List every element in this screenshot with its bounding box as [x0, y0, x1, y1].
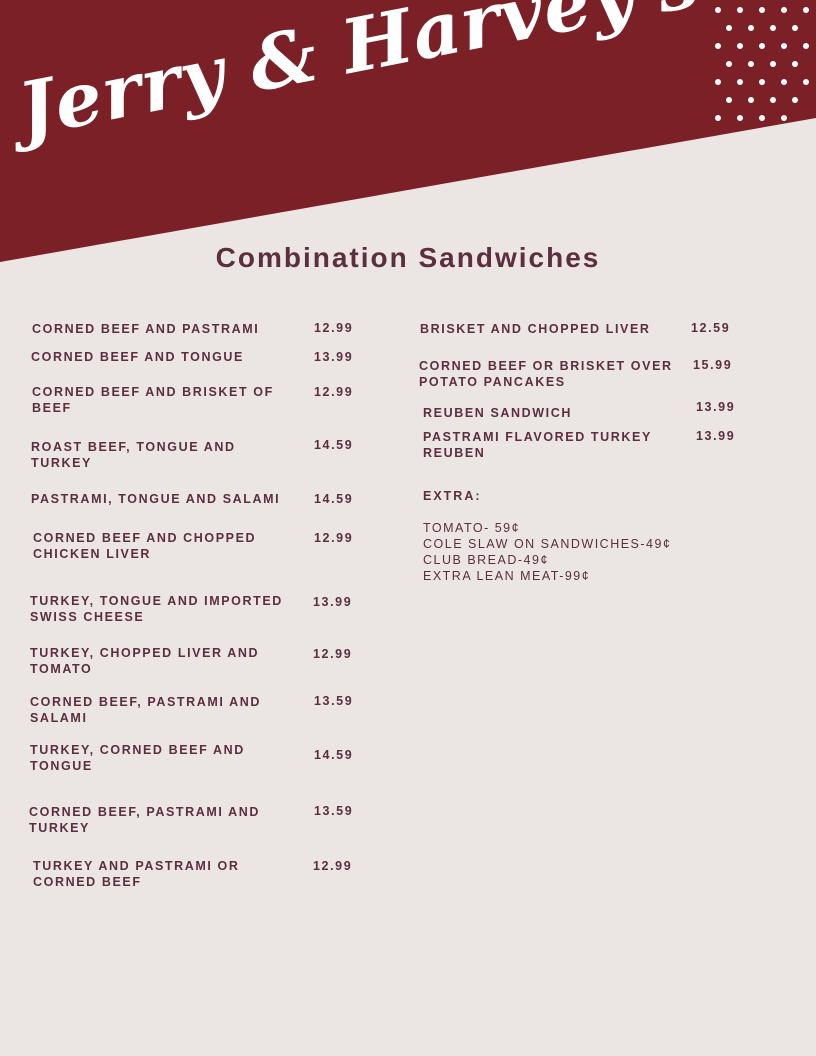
- menu-item-name: PASTRAMI, TONGUE AND SALAMI: [31, 492, 281, 506]
- menu-item-price: 13.99: [313, 595, 353, 609]
- decorative-dot: [737, 115, 743, 121]
- decorative-dot: [737, 43, 743, 49]
- decorative-dot: [770, 25, 776, 31]
- decorative-dot: [781, 43, 787, 49]
- menu-item-name: CORNED BEEF AND TONGUE: [31, 350, 244, 364]
- menu-item-price: 14.59: [314, 492, 354, 506]
- decorative-dot: [726, 25, 732, 31]
- menu-item-price: 12.99: [313, 859, 353, 873]
- decorative-dot: [792, 25, 798, 31]
- decorative-dot: [748, 97, 754, 103]
- decorative-dot: [792, 61, 798, 67]
- menu-item-price: 13.99: [696, 429, 736, 443]
- decorative-dot: [748, 61, 754, 67]
- decorative-dot: [759, 43, 765, 49]
- decorative-dots: [715, 7, 809, 121]
- menu-item-price: 12.59: [691, 321, 731, 335]
- decorative-dot: [792, 97, 798, 103]
- menu-item-name: CORNED BEEF AND PASTRAMI: [32, 322, 260, 336]
- menu-item-name: CORNED BEEF, PASTRAMI AND SALAMI: [30, 695, 261, 725]
- decorative-dot: [770, 97, 776, 103]
- menu-item-name: CORNED BEEF AND BRISKET OF BEEF: [32, 385, 274, 415]
- extra-item: CLUB BREAD-49¢: [423, 553, 549, 567]
- menu-item-name: CORNED BEEF OR BRISKET OVER POTATO PANCA…: [419, 359, 673, 389]
- extra-item: TOMATO- 59¢: [423, 521, 521, 535]
- menu-item-name: REUBEN SANDWICH: [423, 406, 572, 420]
- menu-item-price: 13.99: [696, 400, 736, 414]
- decorative-dot: [715, 79, 721, 85]
- decorative-dot: [770, 61, 776, 67]
- decorative-dot: [737, 79, 743, 85]
- menu-item-price: 12.99: [314, 321, 354, 335]
- menu-item-price: 12.99: [314, 531, 354, 545]
- decorative-dot: [715, 115, 721, 121]
- extras-heading: EXTRA:: [423, 489, 482, 503]
- menu-item-name: TURKEY, CHOPPED LIVER AND TOMATO: [30, 646, 260, 676]
- decorative-dot: [759, 79, 765, 85]
- menu-item-name: PASTRAMI FLAVORED TURKEY REUBEN: [423, 430, 652, 460]
- decorative-dot: [737, 7, 743, 13]
- extra-item: EXTRA LEAN MEAT-99¢: [423, 569, 591, 583]
- decorative-dot: [803, 7, 809, 13]
- extra-item: COLE SLAW ON SANDWICHES-49¢: [423, 537, 672, 551]
- menu-item-name: BRISKET AND CHOPPED LIVER: [420, 322, 651, 336]
- menu-item-name: CORNED BEEF AND CHOPPED CHICKEN LIVER: [33, 531, 257, 561]
- menu-item-price: 14.59: [314, 438, 354, 452]
- decorative-dot: [803, 43, 809, 49]
- decorative-dot: [726, 61, 732, 67]
- decorative-dot: [781, 7, 787, 13]
- decorative-dot: [759, 7, 765, 13]
- menu-item-price: 12.99: [313, 647, 353, 661]
- decorative-dot: [759, 115, 765, 121]
- page-title: Combination Sandwiches: [215, 242, 601, 273]
- menu-item-price: 13.59: [314, 694, 354, 708]
- menu-item-name: CORNED BEEF, PASTRAMI AND TURKEY: [29, 805, 260, 835]
- menu-item-name: ROAST BEEF, TONGUE AND TURKEY: [31, 440, 236, 470]
- decorative-dot: [803, 79, 809, 85]
- decorative-dot: [726, 97, 732, 103]
- menu-item-name: TURKEY AND PASTRAMI OR CORNED BEEF: [33, 859, 240, 889]
- decorative-dot: [781, 79, 787, 85]
- menu-item-price: 13.99: [314, 350, 354, 364]
- menu-item-name: TURKEY, CORNED BEEF AND TONGUE: [30, 743, 245, 773]
- decorative-dot: [715, 43, 721, 49]
- menu-item-price: 13.59: [314, 804, 354, 818]
- menu-item-name: TURKEY, TONGUE AND IMPORTED SWISS CHEESE: [30, 594, 283, 624]
- decorative-dot: [748, 25, 754, 31]
- decorative-dot: [781, 115, 787, 121]
- menu-item-price: 14.59: [314, 748, 354, 762]
- menu-item-price: 12.99: [314, 385, 354, 399]
- decorative-dot: [715, 7, 721, 13]
- menu-item-price: 15.99: [693, 358, 733, 372]
